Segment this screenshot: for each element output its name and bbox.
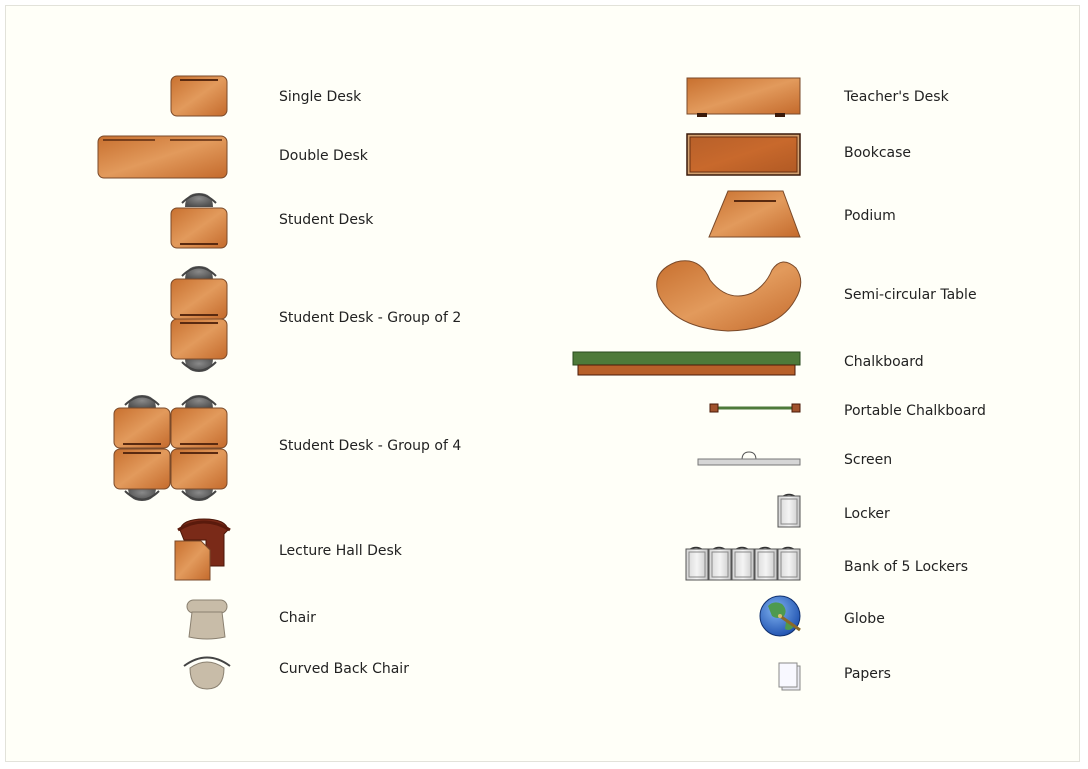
label-student-desk-group-2: Student Desk - Group of 2 (279, 310, 462, 326)
student-desk-group-4-icon (113, 395, 228, 501)
label-double-desk: Double Desk (279, 148, 368, 164)
label-lecture-hall-desk: Lecture Hall Desk (279, 543, 402, 559)
screen-icon (697, 451, 801, 466)
teachers-desk-icon (686, 77, 801, 117)
label-student-desk: Student Desk (279, 212, 374, 228)
globe-icon (759, 595, 801, 637)
student-desk-group-2-icon (170, 266, 228, 372)
label-chalkboard: Chalkboard (844, 354, 924, 370)
curved-back-chair-icon (183, 656, 231, 690)
chalkboard-icon (572, 351, 801, 376)
locker-icon (777, 493, 801, 528)
semi-circular-table-icon (656, 260, 802, 332)
label-locker: Locker (844, 506, 890, 522)
stencil-canvas: Single Desk Double Desk Student Desk Stu… (0, 0, 1088, 769)
label-portable-chalkboard: Portable Chalkboard (844, 403, 986, 419)
label-bookcase: Bookcase (844, 145, 912, 161)
chair-icon (186, 599, 228, 640)
label-globe: Globe (844, 611, 885, 627)
label-student-desk-group-4: Student Desk - Group of 4 (279, 438, 462, 454)
label-papers: Papers (844, 666, 891, 682)
double-desk-icon (97, 135, 228, 179)
bank-of-5-lockers-icon (685, 546, 801, 581)
stencil-icons (97, 75, 802, 691)
portable-chalkboard-icon (709, 403, 801, 413)
label-screen: Screen (844, 452, 893, 468)
label-curved-back-chair: Curved Back Chair (279, 661, 409, 677)
student-desk-icon (170, 193, 228, 249)
bookcase-icon (686, 133, 801, 176)
single-desk-icon (170, 75, 228, 117)
label-single-desk: Single Desk (279, 89, 362, 105)
podium-icon (708, 190, 801, 238)
label-podium: Podium (844, 208, 896, 224)
lecture-hall-desk-icon (174, 518, 231, 581)
label-bank-of-5-lockers: Bank of 5 Lockers (844, 559, 969, 575)
label-chair: Chair (279, 610, 316, 626)
label-semi-circular-table: Semi-circular Table (844, 287, 977, 303)
label-teachers-desk: Teacher's Desk (844, 89, 949, 105)
papers-icon (778, 662, 801, 691)
